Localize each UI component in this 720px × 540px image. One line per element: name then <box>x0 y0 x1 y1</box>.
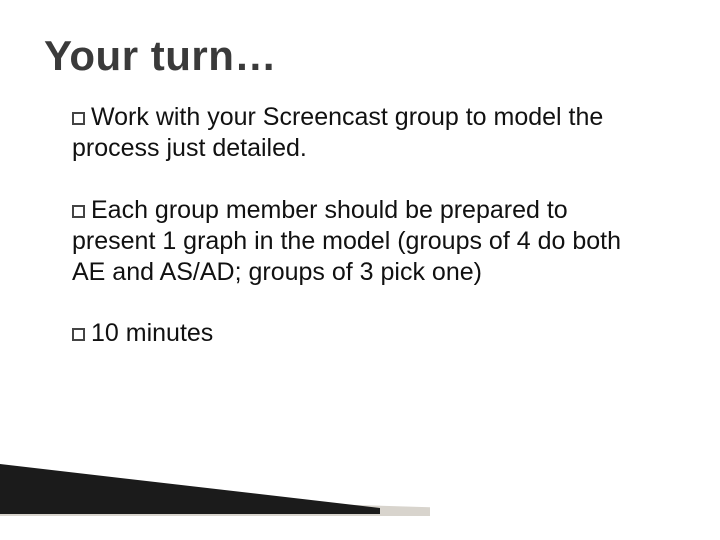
bullet-item: Work with your Screencast group to model… <box>72 102 636 165</box>
bullet-first-word: Work <box>91 103 149 131</box>
bullet-first-word: Each <box>91 196 148 224</box>
square-bullet-icon <box>72 112 85 125</box>
bullet-item: 10 minutes <box>72 318 636 349</box>
slide: Your turn… Work with your Screencast gro… <box>0 0 720 540</box>
bullet-item: Each group member should be prepared to … <box>72 195 636 289</box>
wedge-dark-icon <box>0 464 380 514</box>
bullet-text: group member should be prepared to prese… <box>72 196 621 287</box>
square-bullet-icon <box>72 328 85 341</box>
bullet-first-word: 10 <box>91 319 119 347</box>
wedge-light-icon <box>0 494 430 516</box>
bullet-text: with your Screencast group to model the … <box>72 103 603 162</box>
bullet-list: Work with your Screencast group to model… <box>44 102 676 350</box>
bullet-text: minutes <box>119 319 213 347</box>
decorative-wedge <box>0 400 720 540</box>
square-bullet-icon <box>72 205 85 218</box>
slide-title: Your turn… <box>44 32 676 80</box>
